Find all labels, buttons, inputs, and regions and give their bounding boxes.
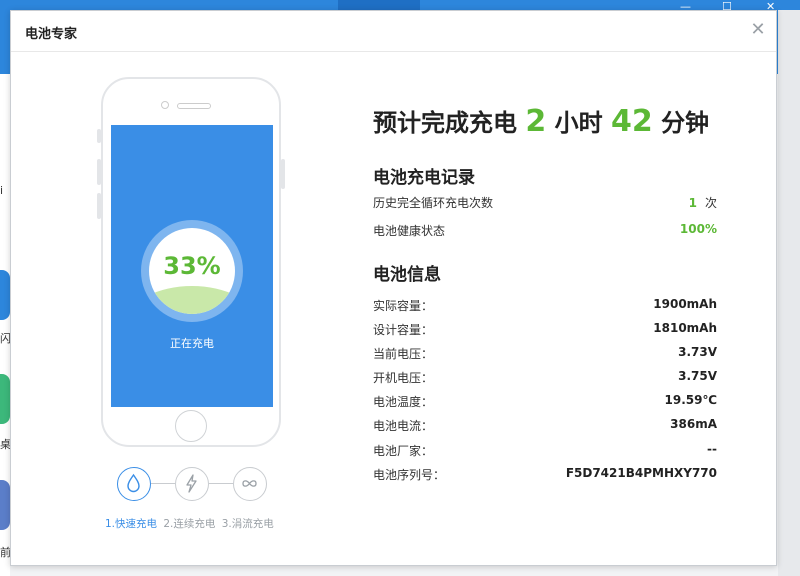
row-value: -- xyxy=(707,442,717,456)
background-app-sidebar: i 闪 桌 前 xyxy=(0,74,10,576)
info-row: 电池温度： 19.59℃ xyxy=(373,393,717,413)
row-label: 电池健康状态 xyxy=(373,224,446,238)
phone-side-button xyxy=(97,129,101,143)
row-label: 实际容量： xyxy=(373,299,434,313)
row-label: 当前电压： xyxy=(373,347,434,361)
background-app-icon xyxy=(0,480,10,530)
dialog-title: 电池专家 xyxy=(25,27,78,42)
row-value: 3.75V xyxy=(678,369,717,383)
eta-prefix: 预计完成充电 xyxy=(373,109,517,137)
eta-hours-unit: 小时 xyxy=(554,109,603,137)
row-value: F5D7421B4PMHXY770 xyxy=(565,466,717,480)
eta-hours: 2 xyxy=(525,104,547,139)
info-row: 电池序列号： F5D7421B4PMHXY770 xyxy=(373,466,717,486)
mode-continuous-charge[interactable] xyxy=(175,467,209,501)
row-label: 电池序列号： xyxy=(373,468,446,482)
mode-fast-charge[interactable] xyxy=(117,467,151,501)
mode-connector xyxy=(209,483,233,484)
battery-health-row: 电池健康状态 100% xyxy=(373,222,717,242)
battery-info-title: 电池信息 xyxy=(373,265,441,285)
row-label: 设计容量： xyxy=(373,323,434,337)
phone-screen: 33% 正在充电 xyxy=(111,125,273,407)
cycle-unit: 次 xyxy=(704,196,717,210)
row-value: 100% xyxy=(679,222,717,236)
row-label: 开机电压： xyxy=(373,371,434,385)
row-value: 3.73V xyxy=(678,345,717,359)
row-label: 电池温度： xyxy=(373,395,434,409)
row-value: 1次 xyxy=(689,194,717,211)
infinity-icon xyxy=(242,480,257,487)
battery-gauge: 33% xyxy=(141,220,243,322)
charge-cycle-row: 历史完全循环充电次数 1次 xyxy=(373,194,717,214)
info-row: 当前电压： 3.73V xyxy=(373,345,717,365)
battery-gauge-inner: 33% xyxy=(149,228,235,314)
battery-expert-dialog: 电池专家 ✕ 33% 正在充电 1.快速充电 2.连续充电 3.涓流充电 预计完… xyxy=(10,10,777,566)
mode-label-fast[interactable]: 1.快速充电 xyxy=(105,518,157,530)
row-value: 1900mAh xyxy=(653,297,717,311)
charging-status: 正在充电 xyxy=(170,337,214,350)
phone-speaker xyxy=(177,103,211,109)
bolt-icon xyxy=(186,474,197,493)
eta-minutes-unit: 分钟 xyxy=(661,109,710,137)
info-row: 实际容量： 1900mAh xyxy=(373,297,717,317)
row-value: 19.59℃ xyxy=(664,393,718,407)
drop-icon xyxy=(127,473,140,493)
cycle-count: 1 xyxy=(688,196,697,210)
row-label: 电池厂家： xyxy=(373,444,434,458)
phone-side-button xyxy=(281,159,285,189)
close-icon[interactable]: ✕ xyxy=(748,20,768,40)
row-value: 386mA xyxy=(670,417,717,431)
mode-connector xyxy=(151,483,175,484)
mode-labels: 1.快速充电 2.连续充电 3.涓流充电 xyxy=(105,516,277,531)
phone-illustration: 33% 正在充电 xyxy=(97,77,285,447)
info-row: 开机电压： 3.75V xyxy=(373,369,717,389)
battery-percent: 33% xyxy=(163,252,221,280)
phone-camera xyxy=(161,101,169,109)
info-row: 电池电流： 386mA xyxy=(373,417,717,437)
battery-level-fill xyxy=(149,285,235,314)
mode-label-continuous[interactable]: 2.连续充电 xyxy=(163,518,215,530)
charge-record-title: 电池充电记录 xyxy=(373,168,475,188)
background-app-scroll-area xyxy=(778,10,800,576)
mode-label-trickle[interactable]: 3.涓流充电 xyxy=(222,518,274,530)
phone-side-button xyxy=(97,193,101,219)
background-fragment: i xyxy=(0,184,4,197)
dialog-titlebar: 电池专家 ✕ xyxy=(11,11,776,52)
background-app-icon xyxy=(0,374,10,424)
background-fragment: 闪 xyxy=(0,332,10,345)
mode-trickle-charge[interactable] xyxy=(233,467,267,501)
phone-home-button xyxy=(175,410,207,442)
charge-eta: 预计完成充电 2 小时 42 分钟 xyxy=(373,103,709,139)
phone-side-button xyxy=(97,159,101,185)
eta-minutes: 42 xyxy=(610,104,653,139)
background-app-icon xyxy=(0,270,10,320)
background-fragment: 桌 xyxy=(0,438,10,451)
row-label: 历史完全循环充电次数 xyxy=(373,196,494,210)
info-row: 设计容量： 1810mAh xyxy=(373,321,717,341)
info-row: 电池厂家： -- xyxy=(373,442,717,462)
row-value: 1810mAh xyxy=(653,321,717,335)
background-fragment: 前 xyxy=(0,546,10,559)
row-label: 电池电流： xyxy=(373,419,434,433)
